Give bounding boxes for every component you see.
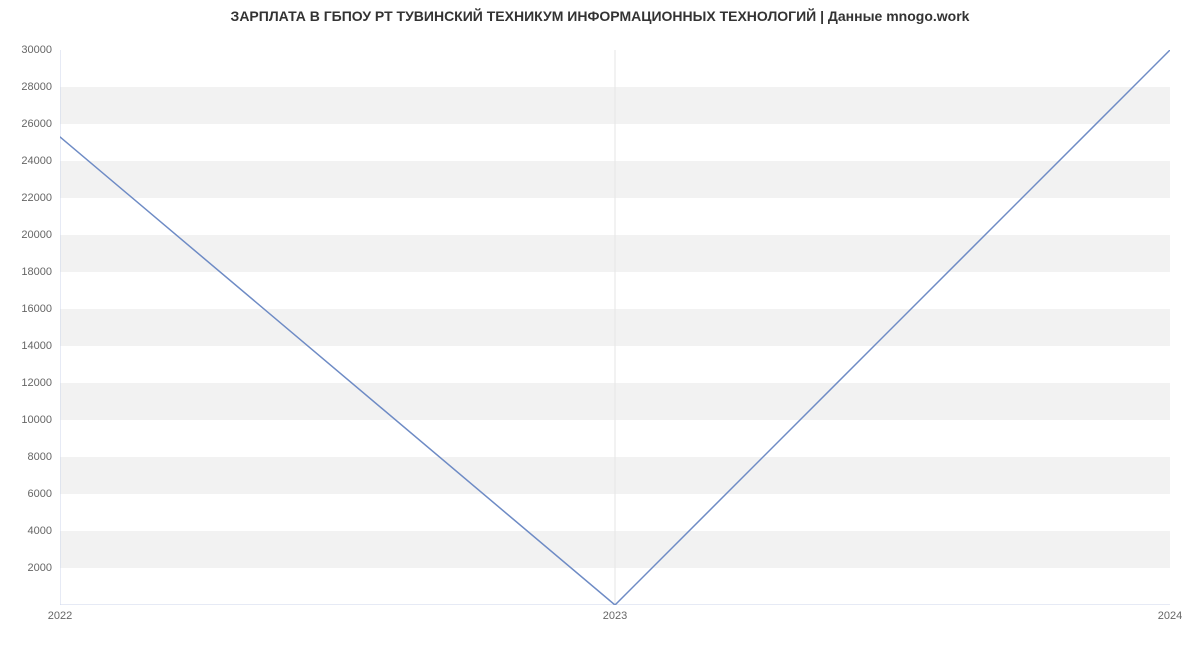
y-tick-label: 30000: [8, 44, 52, 56]
y-tick-label: 26000: [8, 118, 52, 130]
y-tick-label: 28000: [8, 81, 52, 93]
y-tick-label: 14000: [8, 340, 52, 352]
y-tick-label: 18000: [8, 266, 52, 278]
y-tick-label: 12000: [8, 377, 52, 389]
y-tick-label: 2000: [8, 562, 52, 574]
chart-svg: [60, 50, 1170, 605]
y-tick-label: 6000: [8, 488, 52, 500]
y-tick-label: 24000: [8, 155, 52, 167]
y-tick-label: 8000: [8, 451, 52, 463]
x-tick-label: 2024: [1158, 610, 1182, 622]
y-tick-label: 22000: [8, 192, 52, 204]
plot-area: [60, 50, 1170, 605]
y-tick-label: 20000: [8, 229, 52, 241]
chart-container: ЗАРПЛАТА В ГБПОУ РТ ТУВИНСКИЙ ТЕХНИКУМ И…: [0, 0, 1200, 650]
y-tick-label: 4000: [8, 525, 52, 537]
y-tick-label: 10000: [8, 414, 52, 426]
x-tick-label: 2022: [48, 610, 72, 622]
y-tick-label: 16000: [8, 303, 52, 315]
x-tick-label: 2023: [603, 610, 627, 622]
chart-title: ЗАРПЛАТА В ГБПОУ РТ ТУВИНСКИЙ ТЕХНИКУМ И…: [0, 8, 1200, 24]
